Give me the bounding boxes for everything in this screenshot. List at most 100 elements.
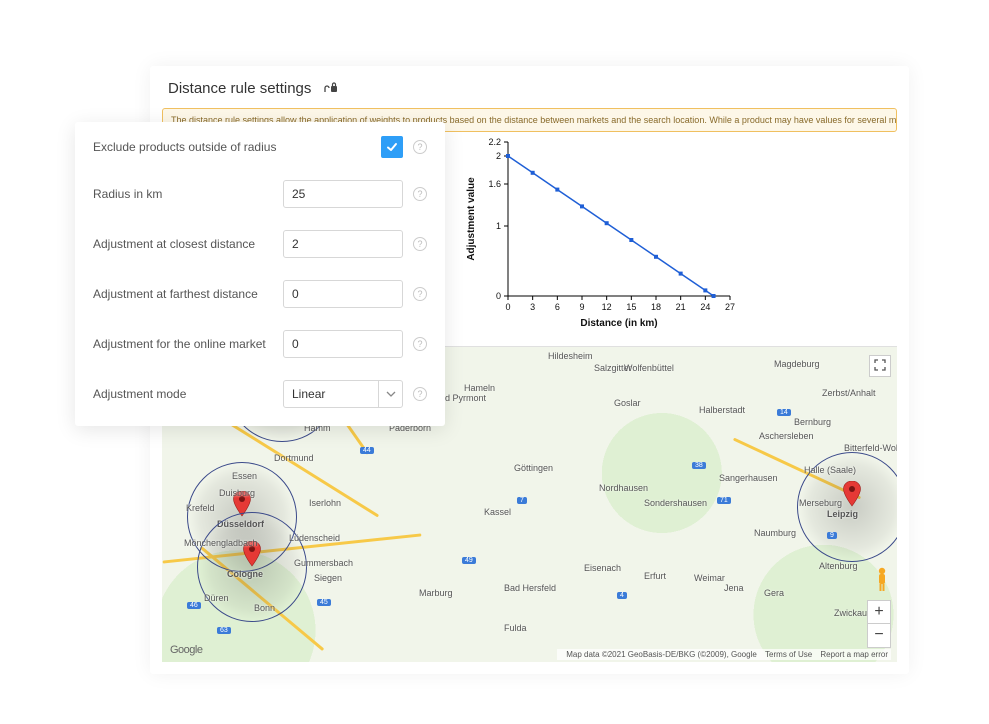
online-label: Adjustment for the online market — [93, 337, 283, 351]
map-credits: Map data ©2021 GeoBasis-DE/BKG (©2009), … — [557, 649, 891, 660]
svg-text:9: 9 — [579, 302, 584, 312]
mode-row: Adjustment mode Linear ? — [93, 380, 427, 408]
city-label: Gera — [764, 588, 784, 598]
city-label: Düren — [204, 593, 229, 603]
svg-text:3: 3 — [530, 302, 535, 312]
panel-header: Distance rule settings — [150, 66, 909, 102]
help-icon[interactable]: ? — [413, 237, 427, 251]
google-logo: Google — [170, 644, 202, 656]
city-label: Mönchengladbach — [184, 538, 258, 548]
radius-label: Radius in km — [93, 187, 283, 201]
city-label: Halberstadt — [699, 405, 745, 415]
city-label: Eisenach — [584, 563, 621, 573]
svg-text:27: 27 — [725, 302, 735, 312]
pegman-icon[interactable] — [873, 566, 891, 594]
route-badge: 4 — [617, 592, 627, 599]
city-label: Krefeld — [186, 503, 215, 513]
svg-text:2.2: 2.2 — [488, 137, 501, 147]
radius-row: Radius in km ? — [93, 180, 427, 208]
radius-input[interactable] — [283, 180, 403, 208]
route-badge: 38 — [692, 462, 706, 469]
city-label: Leipzig — [827, 509, 858, 519]
city-label: Duisburg — [219, 488, 255, 498]
help-icon[interactable]: ? — [413, 387, 427, 401]
route-badge: 63 — [217, 627, 231, 634]
city-label: Fulda — [504, 623, 527, 633]
city-label: Zerbst/Anhalt — [822, 388, 876, 398]
exclude-checkbox[interactable] — [381, 136, 403, 158]
svg-text:21: 21 — [676, 302, 686, 312]
exclude-row: Exclude products outside of radius ? — [93, 136, 427, 158]
city-label: Bitterfeld-Wolfen — [844, 443, 897, 453]
route-badge: 9 — [827, 532, 837, 539]
route-badge: 71 — [717, 497, 731, 504]
route-badge: 7 — [517, 497, 527, 504]
route-badge: 44 — [360, 447, 374, 454]
mode-select[interactable]: Linear — [283, 380, 403, 408]
city-label: Naumburg — [754, 528, 796, 538]
mode-value: Linear — [284, 381, 378, 407]
svg-text:24: 24 — [700, 302, 710, 312]
svg-text:15: 15 — [626, 302, 636, 312]
city-label: Bernburg — [794, 417, 831, 427]
city-label: Magdeburg — [774, 359, 820, 369]
city-label: Sondershausen — [644, 498, 707, 508]
zoom-in-button[interactable]: + — [867, 600, 891, 624]
closest-label: Adjustment at closest distance — [93, 237, 283, 251]
city-label: Halle (Saale) — [804, 465, 856, 475]
farthest-input[interactable] — [283, 280, 403, 308]
city-label: Erfurt — [644, 571, 666, 581]
city-label: Lüdenscheid — [289, 533, 340, 543]
svg-text:0: 0 — [505, 302, 510, 312]
exclude-label: Exclude products outside of radius — [93, 140, 381, 154]
city-label: Goslar — [614, 398, 641, 408]
city-label: Nordhausen — [599, 483, 648, 493]
svg-text:6: 6 — [555, 302, 560, 312]
help-icon[interactable]: ? — [413, 337, 427, 351]
city-label: Merseburg — [799, 498, 842, 508]
route-badge: 49 — [462, 557, 476, 564]
farthest-row: Adjustment at farthest distance ? — [93, 280, 427, 308]
fullscreen-button[interactable] — [869, 355, 891, 377]
svg-text:2: 2 — [496, 151, 501, 161]
svg-text:0: 0 — [496, 291, 501, 301]
map-terms-link[interactable]: Terms of Use — [765, 650, 812, 659]
city-label: Iserlohn — [309, 498, 341, 508]
route-badge: 45 — [317, 599, 331, 606]
svg-text:12: 12 — [602, 302, 612, 312]
city-label: Siegen — [314, 573, 342, 583]
mode-label: Adjustment mode — [93, 387, 283, 401]
farthest-label: Adjustment at farthest distance — [93, 287, 283, 301]
closest-input[interactable] — [283, 230, 403, 258]
svg-text:18: 18 — [651, 302, 661, 312]
city-label: Bad Hersfeld — [504, 583, 556, 593]
city-label: Sangerhausen — [719, 473, 778, 483]
help-icon[interactable]: ? — [413, 187, 427, 201]
city-label: Kassel — [484, 507, 511, 517]
help-icon[interactable]: ? — [413, 287, 427, 301]
svg-text:Distance (in km): Distance (in km) — [580, 318, 657, 329]
zoom-out-button[interactable]: − — [867, 624, 891, 648]
online-input[interactable] — [283, 330, 403, 358]
city-label: Göttingen — [514, 463, 553, 473]
city-label: Düsseldorf — [217, 519, 264, 529]
city-label: Marburg — [419, 588, 453, 598]
adjustment-chart: 0 3 6 9 12 15 18 21 24 27 0 1 1.6 2 2.2 Distance (in km… — [460, 132, 740, 332]
city-label: Jena — [724, 583, 744, 593]
map-attribution: Map data ©2021 GeoBasis-DE/BKG (©2009), … — [566, 650, 757, 659]
city-label: Hameln — [464, 383, 495, 393]
city-label: Hildesheim — [548, 351, 593, 361]
svg-text:1: 1 — [496, 221, 501, 231]
settings-card: Exclude products outside of radius ? Rad… — [75, 122, 445, 426]
panel-title: Distance rule settings — [168, 80, 311, 97]
svg-text:Adjustment value: Adjustment value — [466, 177, 477, 261]
route-badge: 46 — [187, 602, 201, 609]
svg-text:1.6: 1.6 — [488, 179, 501, 189]
lock-icon — [322, 81, 338, 93]
city-label: Bonn — [254, 603, 275, 613]
help-icon[interactable]: ? — [413, 140, 427, 154]
online-row: Adjustment for the online market ? — [93, 330, 427, 358]
route-badge: 14 — [777, 409, 791, 416]
city-label: Cologne — [227, 569, 263, 579]
map-report-link[interactable]: Report a map error — [820, 650, 888, 659]
